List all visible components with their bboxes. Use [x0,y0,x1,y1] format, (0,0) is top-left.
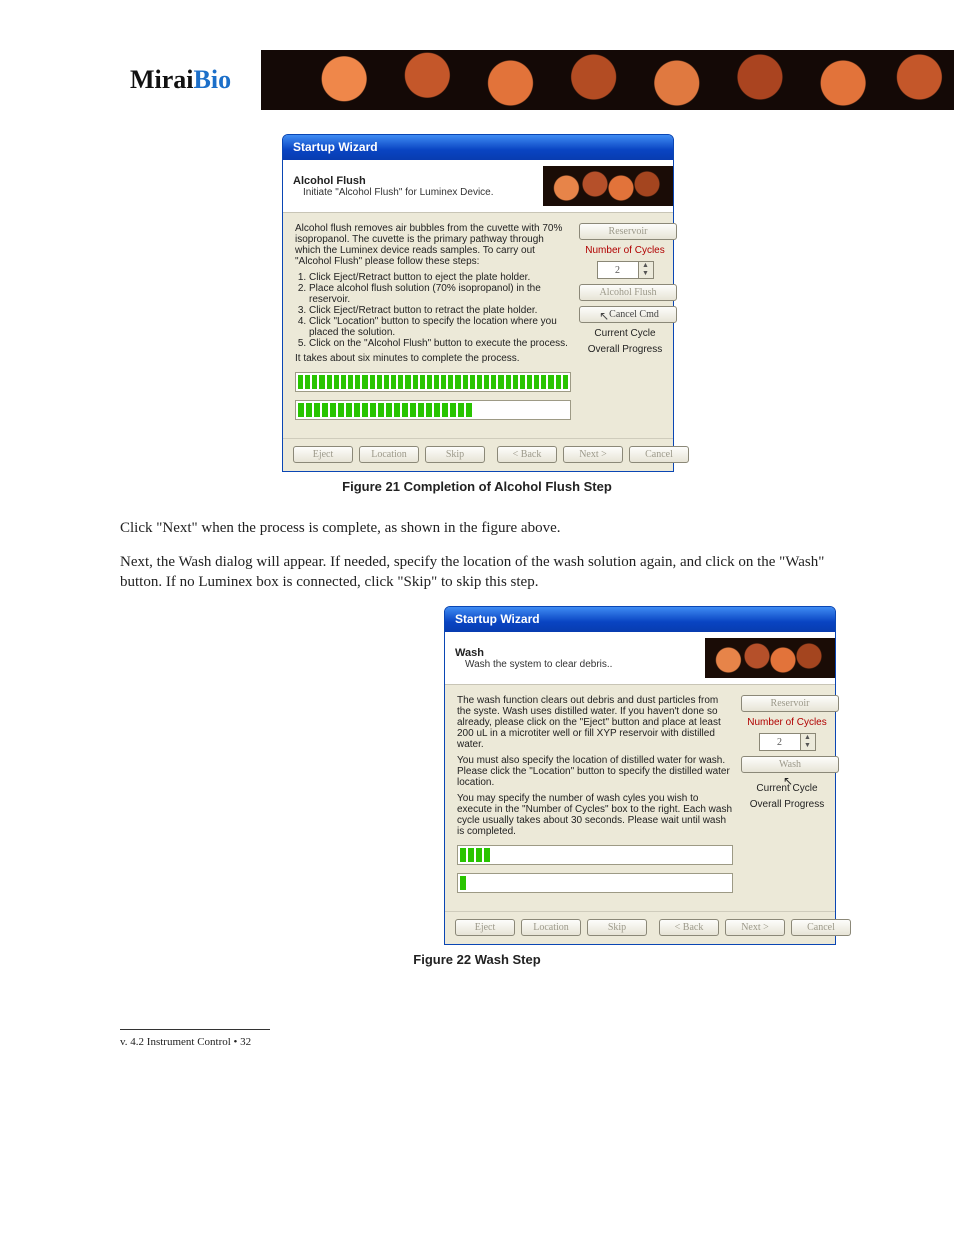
cancel-button[interactable]: Cancel [629,446,689,463]
overall-progress-label: Overall Progress [579,344,671,355]
cycles-spinner[interactable]: ▲▼ [741,733,833,751]
body-text: Next, the Wash dialog will appear. If ne… [120,552,834,593]
dialog-footer: Eject Location Skip < Back Next > Cancel [283,438,673,471]
step-heading: Alcohol Flush [293,175,366,187]
header-image [705,638,835,678]
wash-p1: The wash function clears out debris and … [457,695,733,750]
brand-logo: MiraiBio [0,50,231,110]
cycles-label: Number of Cycles [579,245,671,256]
reservoir-button[interactable]: Reservoir [579,223,677,240]
cycles-spinner[interactable]: ▲▼ [579,261,671,279]
figure-21: Startup Wizard Alcohol Flush Initiate "A… [282,134,672,472]
alcohol-flush-button[interactable]: Alcohol Flush [579,284,677,301]
back-button[interactable]: < Back [659,919,719,936]
page-header: MiraiBio [0,50,954,110]
tail-text: It takes about six minutes to complete t… [295,353,571,364]
cycles-input[interactable] [597,261,639,279]
startup-wizard-wash: Startup Wizard Wash Wash the system to c… [444,606,836,945]
wash-p3: You may specify the number of wash cyles… [457,793,733,837]
step-item: Click on the "Alcohol Flush" button to e… [309,338,571,349]
reservoir-button[interactable]: Reservoir [741,695,839,712]
step-subtitle: Wash the system to clear debris.. [465,659,691,670]
cancel-cmd-button[interactable]: ↖Cancel Cmd [579,306,677,323]
wash-button[interactable]: Wash [741,756,839,773]
step-heading: Wash [455,647,484,659]
back-button[interactable]: < Back [497,446,557,463]
spinner-arrows[interactable]: ▲▼ [801,733,816,751]
chevron-down-icon[interactable]: ▼ [639,270,653,278]
figure-22-caption: Figure 22 Wash Step [120,951,834,969]
figure-21-caption: Figure 21 Completion of Alcohol Flush St… [120,478,834,496]
brand-b: Bio [194,65,232,94]
brand-a: Mirai [130,65,194,94]
dialog-subheader: Wash Wash the system to clear debris.. [445,632,835,685]
cancel-button[interactable]: Cancel [791,919,851,936]
step-item: Click Eject/Retract button to retract th… [309,305,571,316]
cycles-label: Number of Cycles [741,717,833,728]
step-item: Click "Location" button to specify the l… [309,316,571,338]
step-item: Click Eject/Retract button to eject the … [309,272,571,283]
dialog-title[interactable]: Startup Wizard [283,135,673,160]
location-button[interactable]: Location [359,446,419,463]
eject-button[interactable]: Eject [293,446,353,463]
eject-button[interactable]: Eject [455,919,515,936]
overall-progress [457,873,733,893]
cycles-input[interactable] [759,733,801,751]
next-button[interactable]: Next > [725,919,785,936]
skip-button[interactable]: Skip [587,919,647,936]
step-list: Click Eject/Retract button to eject the … [309,272,571,349]
dialog-title[interactable]: Startup Wizard [445,607,835,632]
overall-progress [295,400,571,420]
step-item: Place alcohol flush solution (70% isopro… [309,283,571,305]
current-cycle-label: Current Cycle [579,328,671,339]
intro-text: Alcohol flush removes air bubbles from t… [295,223,571,267]
skip-button[interactable]: Skip [425,446,485,463]
location-button[interactable]: Location [521,919,581,936]
body-text: Click "Next" when the process is complet… [120,518,834,538]
footnote-rule [120,1029,270,1030]
step-subtitle: Initiate "Alcohol Flush" for Luminex Dev… [303,187,529,198]
overall-progress-label: Overall Progress [741,799,833,810]
spinner-arrows[interactable]: ▲▼ [639,261,654,279]
dialog-subheader: Alcohol Flush Initiate "Alcohol Flush" f… [283,160,673,213]
wash-p2: You must also specify the location of di… [457,755,733,788]
header-image [543,166,673,206]
chevron-down-icon[interactable]: ▼ [801,742,815,750]
current-cycle-progress [457,845,733,865]
dialog-footer: Eject Location Skip < Back Next > Cancel [445,911,835,944]
figure-22: Startup Wizard Wash Wash the system to c… [444,606,834,945]
banner-image [261,50,954,110]
page-footnote: v. 4.2 Instrument Control • 32 [120,1036,834,1048]
next-button[interactable]: Next > [563,446,623,463]
current-cycle-progress [295,372,571,392]
chevron-up-icon[interactable]: ▲ [801,734,815,742]
chevron-up-icon[interactable]: ▲ [639,262,653,270]
startup-wizard-alcohol: Startup Wizard Alcohol Flush Initiate "A… [282,134,674,472]
cursor-icon: ↖ [599,309,609,323]
